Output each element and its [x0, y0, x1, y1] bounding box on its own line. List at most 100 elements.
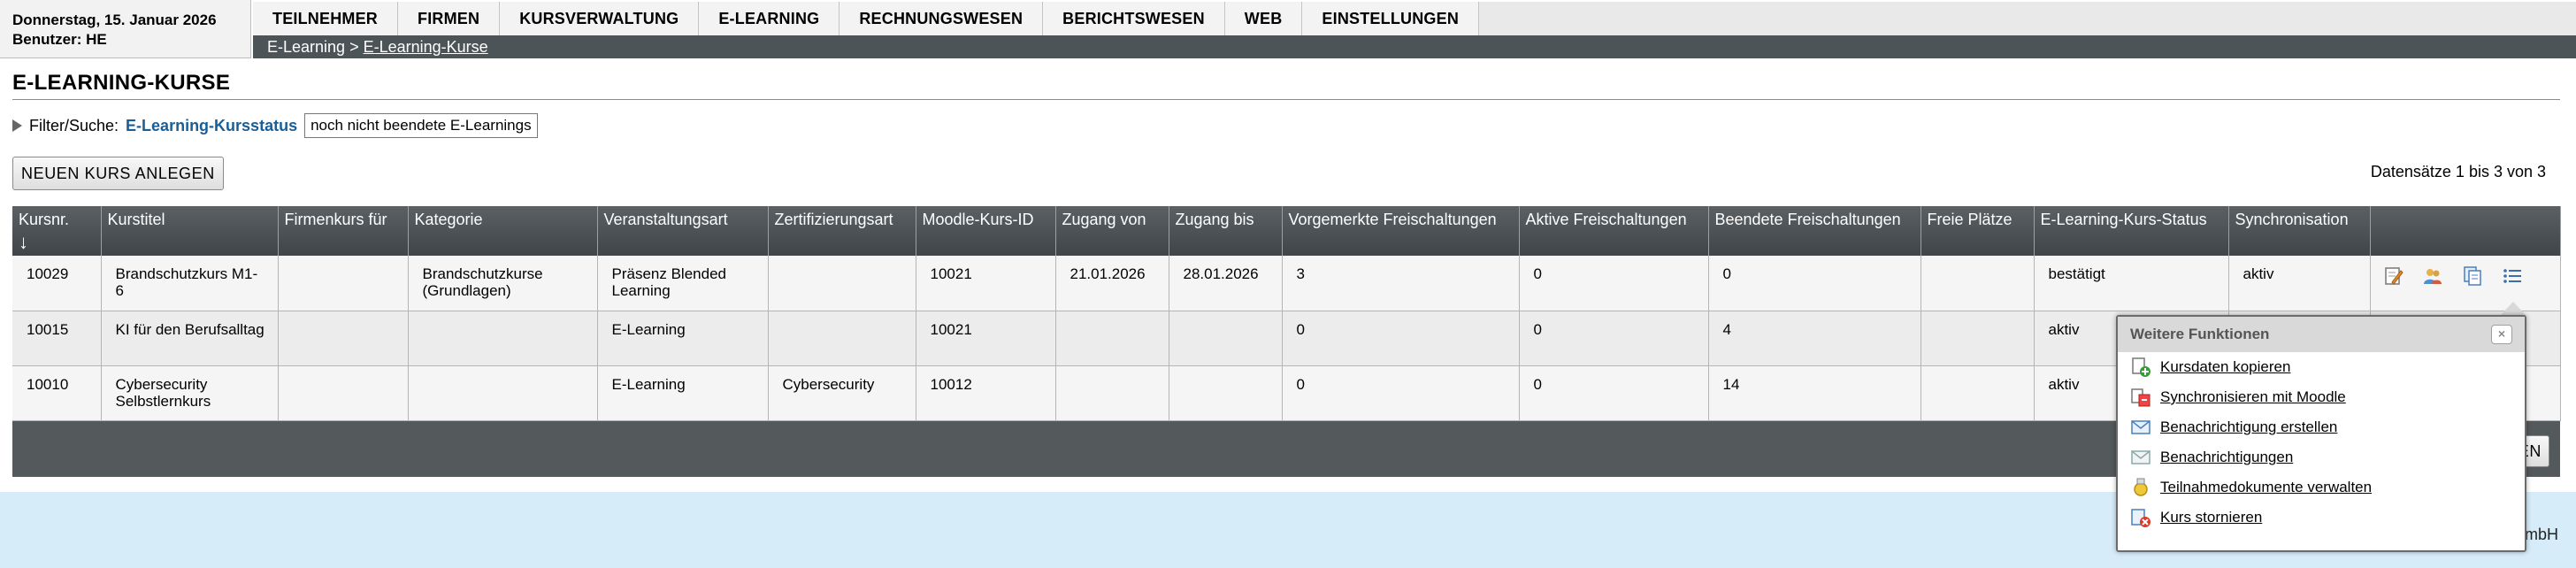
popup-title: Weitere Funktionen — [2130, 326, 2270, 342]
cell-moodle-id: 10012 — [916, 365, 1056, 421]
cell-vorgemerkte: 3 — [1282, 256, 1520, 311]
table-row[interactable]: 10029 Brandschutzkurs M1-6 Brandschutzku… — [12, 256, 2561, 311]
cell-status: bestätigt — [2034, 256, 2229, 311]
col-header-kategorie[interactable]: Kategorie — [408, 206, 598, 256]
col-header-freie-plaetze[interactable]: Freie Plätze — [1920, 206, 2035, 256]
title-divider — [12, 99, 2560, 100]
menu-link[interactable]: Benachrichtigungen — [2160, 449, 2293, 466]
close-icon[interactable]: × — [2491, 325, 2512, 344]
breadcrumb-current[interactable]: E-Learning-Kurse — [364, 38, 488, 56]
expand-filter-icon[interactable] — [12, 119, 22, 132]
cell-firmenkurs — [278, 311, 409, 366]
cell-zugang-von — [1055, 365, 1169, 421]
nav-web[interactable]: WEB — [1224, 2, 1303, 35]
main-navigation: TEILNEHMER FIRMEN KURSVERWALTUNG E-LEARN… — [253, 2, 2576, 36]
edit-icon[interactable] — [2383, 265, 2404, 287]
nav-firmen[interactable]: FIRMEN — [398, 2, 501, 35]
menu-link[interactable]: Kurs stornieren — [2160, 509, 2262, 526]
cell-synchronisation: aktiv — [2228, 256, 2371, 311]
cell-firmenkurs — [278, 256, 409, 311]
cell-zertifizierungsart — [768, 311, 916, 366]
menu-item-sync-moodle[interactable]: Synchronisieren mit Moodle — [2118, 382, 2525, 412]
col-header-zugang-bis[interactable]: Zugang bis — [1169, 206, 1283, 256]
filter-label: Filter/Suche: — [29, 116, 119, 134]
cell-veranstaltungsart: E-Learning — [597, 311, 769, 366]
current-user: Benutzer: HE — [12, 31, 107, 48]
filter-value-box[interactable]: noch nicht beendete E-Learnings — [304, 113, 538, 138]
col-header-status[interactable]: E-Learning-Kurs-Status — [2034, 206, 2229, 256]
date-user-box: Donnerstag, 15. Januar 2026 Benutzer: HE — [0, 0, 251, 58]
copy-icon[interactable] — [2462, 265, 2483, 287]
new-course-button[interactable]: NEUEN KURS ANLEGEN — [12, 157, 224, 190]
filter-field-link[interactable]: E-Learning-Kursstatus — [126, 117, 297, 135]
cell-vorgemerkte: 0 — [1282, 365, 1520, 421]
menu-link[interactable]: Synchronisieren mit Moodle — [2160, 388, 2346, 406]
col-header-zertifizierungsart[interactable]: Zertifizierungsart — [768, 206, 916, 256]
col-header-vorgemerkte[interactable]: Vorgemerkte Freischaltungen — [1282, 206, 1520, 256]
nav-einstellungen[interactable]: EINSTELLUNGEN — [1302, 2, 1480, 35]
nav-rechnungswesen[interactable]: RECHNUNGSWESEN — [840, 2, 1044, 35]
col-header-zugang-von[interactable]: Zugang von — [1055, 206, 1169, 256]
col-header-synchronisation[interactable]: Synchronisation — [2228, 206, 2371, 256]
breadcrumb-separator: > — [349, 38, 359, 56]
col-header-firmenkurs[interactable]: Firmenkurs für — [278, 206, 409, 256]
cell-firmenkurs — [278, 365, 409, 421]
cell-zugang-von: 21.01.2026 — [1055, 256, 1169, 311]
menu-item-cancel-course[interactable]: Kurs stornieren — [2118, 503, 2525, 533]
cell-zugang-bis — [1169, 365, 1283, 421]
cell-vorgemerkte: 0 — [1282, 311, 1520, 366]
nav-teilnehmer[interactable]: TEILNEHMER — [253, 2, 398, 35]
sync-icon — [2131, 388, 2150, 407]
document-award-icon — [2134, 478, 2148, 496]
cell-zugang-von — [1055, 311, 1169, 366]
menu-item-notifications[interactable]: Benachrichtigungen — [2118, 442, 2525, 472]
records-count: Datensätze 1 bis 3 von 3 — [2370, 163, 2546, 180]
popup-pointer — [2500, 302, 2526, 316]
copy-add-icon — [2132, 357, 2150, 377]
menu-link[interactable]: Benachrichtigung erstellen — [2160, 418, 2337, 436]
list-icon[interactable] — [2502, 265, 2523, 287]
col-header-beendete[interactable]: Beendete Freischaltungen — [1708, 206, 1921, 256]
cell-veranstaltungsart: E-Learning — [597, 365, 769, 421]
cell-beendete: 14 — [1708, 365, 1921, 421]
cell-zugang-bis: 28.01.2026 — [1169, 256, 1283, 311]
cell-aktive: 0 — [1519, 365, 1709, 421]
page-title: E-LEARNING-KURSE — [12, 71, 231, 95]
menu-item-copy-course[interactable]: Kursdaten kopieren — [2118, 352, 2525, 382]
menu-item-manage-documents[interactable]: Teilnahmedokumente verwalten — [2118, 472, 2525, 503]
sort-descending-icon[interactable]: ↓ — [19, 233, 95, 252]
menu-item-create-notification[interactable]: Benachrichtigung erstellen — [2118, 412, 2525, 442]
col-header-kurstitel[interactable]: Kurstitel — [101, 206, 279, 256]
cell-kurstitel: KI für den Berufsalltag — [101, 311, 279, 366]
cell-zertifizierungsart: Cybersecurity — [768, 365, 916, 421]
breadcrumb-parent[interactable]: E-Learning — [267, 38, 345, 56]
cell-freie-plaetze — [1920, 256, 2035, 311]
cell-aktive: 0 — [1519, 256, 1709, 311]
popup-header: Weitere Funktionen × — [2118, 317, 2525, 352]
col-header-moodle-id[interactable]: Moodle-Kurs-ID — [916, 206, 1056, 256]
cell-kategorie — [408, 365, 598, 421]
menu-link[interactable]: Kursdaten kopieren — [2160, 358, 2290, 376]
cell-kursnr: 10010 — [12, 365, 102, 421]
cell-moodle-id: 10021 — [916, 256, 1056, 311]
more-functions-popup: Weitere Funktionen × Kursdaten kopieren … — [2116, 315, 2526, 552]
cell-aktive: 0 — [1519, 311, 1709, 366]
footer-company: mbH — [2524, 526, 2558, 543]
menu-link[interactable]: Teilnahmedokumente verwalten — [2160, 479, 2372, 496]
col-header-kursnr[interactable]: Kursnr. ↓ — [12, 206, 102, 256]
cell-zertifizierungsart — [768, 256, 916, 311]
current-date: Donnerstag, 15. Januar 2026 — [12, 12, 217, 28]
cell-kurstitel: Brandschutzkurs M1-6 — [101, 256, 279, 311]
col-header-veranstaltungsart[interactable]: Veranstaltungsart — [597, 206, 769, 256]
cell-beendete: 4 — [1708, 311, 1921, 366]
nav-kursverwaltung[interactable]: KURSVERWALTUNG — [500, 2, 700, 35]
cell-zugang-bis — [1169, 311, 1283, 366]
cell-kursnr: 10029 — [12, 256, 102, 311]
nav-e-learning[interactable]: E-LEARNING — [699, 2, 840, 35]
users-icon[interactable] — [2422, 265, 2443, 287]
header: Donnerstag, 15. Januar 2026 Benutzer: HE… — [0, 0, 2576, 60]
nav-berichtswesen[interactable]: BERICHTSWESEN — [1043, 2, 1225, 35]
col-header-aktive[interactable]: Aktive Freischaltungen — [1519, 206, 1709, 256]
cancel-course-icon — [2131, 509, 2150, 527]
row-actions — [2370, 256, 2561, 311]
